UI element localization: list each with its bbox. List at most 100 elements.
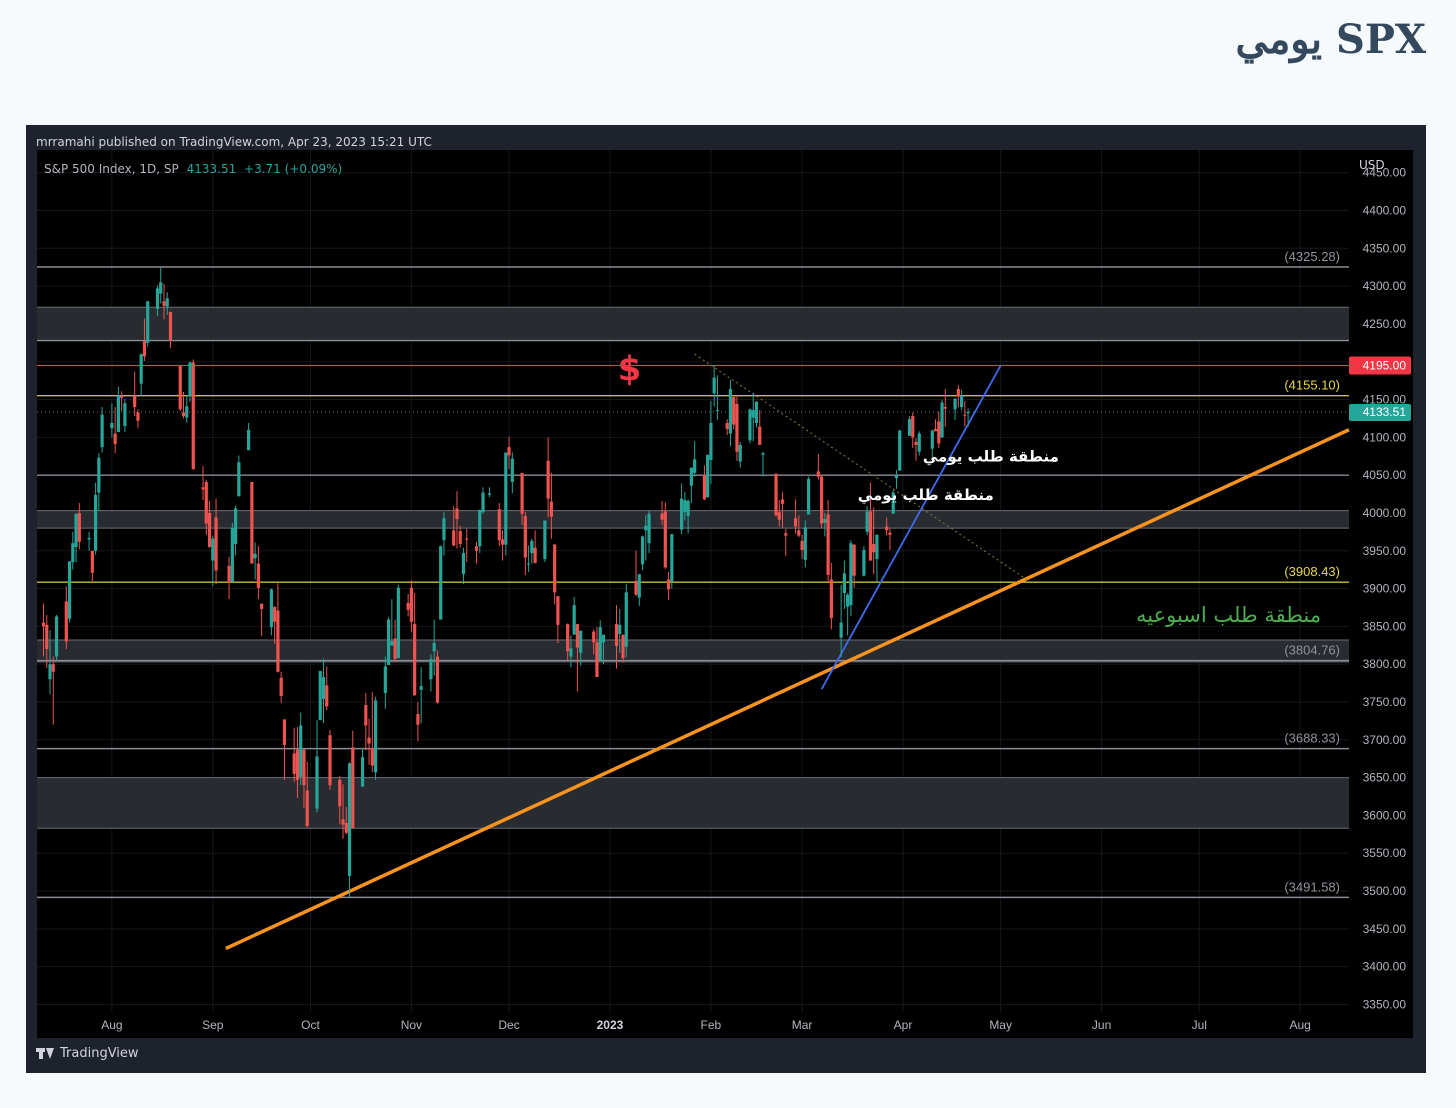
candle-body [94, 494, 98, 551]
candle-body [185, 406, 189, 418]
candle-body [709, 422, 713, 461]
candle-body [784, 533, 788, 536]
candle-body [191, 362, 195, 470]
time-tick: Jul [1192, 1018, 1207, 1032]
tradingview-logo[interactable]: TradingView [36, 1046, 139, 1061]
candle-body [842, 573, 846, 594]
candle [663, 502, 667, 569]
candle-body [325, 685, 329, 707]
candle [940, 399, 944, 439]
candle-body [885, 526, 889, 531]
candle [504, 452, 508, 556]
candle-body [761, 453, 765, 455]
candle-body [253, 553, 257, 559]
candle [732, 394, 736, 430]
candle-body [465, 538, 469, 540]
candle-body [204, 481, 208, 524]
dollar-marker: $ [618, 350, 642, 390]
candle-body [728, 388, 733, 434]
candle-body [201, 487, 205, 490]
candle [318, 670, 322, 721]
candle [439, 545, 443, 620]
candle [146, 301, 150, 347]
candle-body [689, 467, 693, 486]
candle-body [888, 532, 892, 535]
level-label: (3688.33) [1284, 731, 1340, 746]
candle-body [273, 606, 277, 622]
candle-body [872, 543, 876, 553]
candle-body [533, 547, 537, 563]
price-tick: 3950.00 [1363, 544, 1407, 558]
price-tick: 3450.00 [1363, 922, 1407, 936]
candle-body [155, 288, 160, 309]
candle-body [556, 596, 560, 625]
candle-body [748, 409, 752, 441]
candle-body [100, 414, 104, 448]
time-tick: 2023 [597, 1018, 624, 1032]
candle-body [188, 362, 192, 397]
chart-annotation: منطقة طلب يومي [858, 486, 994, 504]
candle-body [393, 638, 397, 659]
candle-body [758, 426, 762, 445]
candle-body [868, 511, 873, 561]
candle-body [793, 518, 798, 527]
price-tick: 4250.00 [1363, 317, 1407, 331]
candle-body [429, 658, 433, 680]
candle-body [898, 430, 902, 471]
candle-body [917, 433, 921, 452]
candle [54, 615, 59, 661]
price-tick: 3500.00 [1363, 884, 1407, 898]
candle-body [735, 404, 739, 452]
candle-body [269, 589, 274, 628]
price-tick: 3850.00 [1363, 619, 1407, 633]
candle-body [504, 452, 508, 545]
candle-body [276, 610, 280, 672]
candle-body [295, 749, 300, 780]
candle-body [54, 616, 59, 657]
candle-body [575, 624, 580, 648]
candle-body [142, 341, 147, 357]
candle-body [116, 395, 120, 433]
candle-body [953, 398, 957, 410]
candle [898, 429, 902, 471]
candle-body [305, 790, 309, 826]
candle-body [321, 677, 326, 699]
candle-body [829, 579, 833, 619]
candle-body [168, 311, 173, 341]
candle-body [455, 508, 459, 519]
current-price-badge-label: 4133.51 [1363, 405, 1407, 419]
candle-body [666, 579, 671, 590]
candle-body [644, 525, 648, 531]
candle [188, 361, 192, 402]
resistance-badge-label: 4195.00 [1363, 359, 1407, 373]
candle-body [663, 511, 667, 568]
candle-body [279, 677, 283, 696]
candle-body [797, 530, 801, 536]
candle-body [211, 538, 215, 561]
candle [373, 696, 378, 780]
candle-body [780, 499, 785, 504]
candle-body [113, 433, 117, 445]
candle-body [87, 537, 91, 540]
level-label: (4325.28) [1284, 249, 1340, 264]
candle [774, 473, 778, 517]
candle-body [546, 460, 550, 499]
candle-body [875, 534, 879, 560]
candle-body [553, 544, 557, 593]
candle-body [178, 365, 182, 410]
price-tick: 3800.00 [1363, 657, 1407, 671]
candle-body [683, 500, 687, 513]
chart-annotation: منطقة طلب يومي [923, 448, 1059, 466]
candle-body [911, 416, 915, 438]
candle-body [256, 563, 260, 588]
chart-annotation: منطقة طلب اسبوعيه [1136, 603, 1321, 627]
candle-body [71, 543, 75, 563]
candle-body [302, 749, 306, 786]
candle-body [260, 603, 264, 609]
level-label: (3908.43) [1284, 564, 1340, 579]
candle-body [732, 397, 736, 425]
candle-body [292, 753, 296, 774]
candle-body [497, 509, 501, 541]
candle-body [865, 511, 869, 532]
candle-body [914, 441, 918, 445]
